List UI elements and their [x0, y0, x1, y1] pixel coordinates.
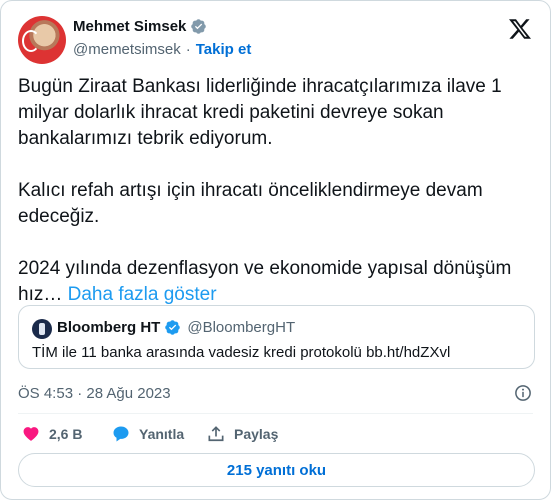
- like-count: 2,6 B: [49, 426, 83, 442]
- quoted-tweet[interactable]: Bloomberg HT @BloombergHT TİM ile 11 ban…: [18, 305, 535, 369]
- quote-header: Bloomberg HT @BloombergHT: [57, 319, 295, 336]
- read-replies-button[interactable]: 215 yanıtı oku: [18, 453, 535, 487]
- share-label: Paylaş: [234, 426, 279, 442]
- flag-icon: [22, 30, 40, 52]
- author-avatar[interactable]: [18, 16, 66, 64]
- divider: [18, 413, 533, 414]
- tweet-timestamp[interactable]: ÖS 4:53 · 28 Ağu 2023: [18, 385, 171, 402]
- quote-avatar: [32, 319, 52, 339]
- info-icon[interactable]: [514, 384, 532, 402]
- verified-badge-icon: [191, 19, 207, 34]
- author-handle-row: @memetsimsek · Takip et: [73, 41, 251, 58]
- show-more-link[interactable]: Daha fazla göster: [68, 284, 217, 305]
- author-name[interactable]: Mehmet Simsek: [73, 18, 186, 35]
- reply-icon: [113, 426, 129, 442]
- heart-icon: [23, 427, 39, 441]
- verified-badge-icon: [165, 320, 181, 335]
- quote-author-name: Bloomberg HT: [57, 319, 161, 336]
- quote-author-handle: @BloombergHT: [187, 319, 296, 336]
- quote-text: TİM ile 11 banka arasında vadesiz kredi …: [32, 344, 451, 361]
- author-handle[interactable]: @memetsimsek: [73, 41, 181, 58]
- separator-dot: ·: [185, 41, 191, 58]
- follow-button[interactable]: Takip et: [196, 41, 252, 58]
- tweet-text: Bugün Ziraat Bankası liderliğinde ihraca…: [18, 74, 538, 308]
- reply-button[interactable]: Yanıtla: [111, 424, 184, 444]
- tweet-body: Bugün Ziraat Bankası liderliğinde ihraca…: [18, 76, 512, 305]
- share-icon: [208, 426, 224, 442]
- like-button[interactable]: 2,6 B: [21, 424, 82, 444]
- share-button[interactable]: Paylaş: [206, 424, 278, 444]
- author-name-row: Mehmet Simsek: [73, 18, 207, 35]
- reply-label: Yanıtla: [139, 426, 185, 442]
- tweet-card: Mehmet Simsek @memetsimsek · Takip et Bu…: [0, 0, 551, 500]
- x-logo-icon[interactable]: [508, 17, 532, 41]
